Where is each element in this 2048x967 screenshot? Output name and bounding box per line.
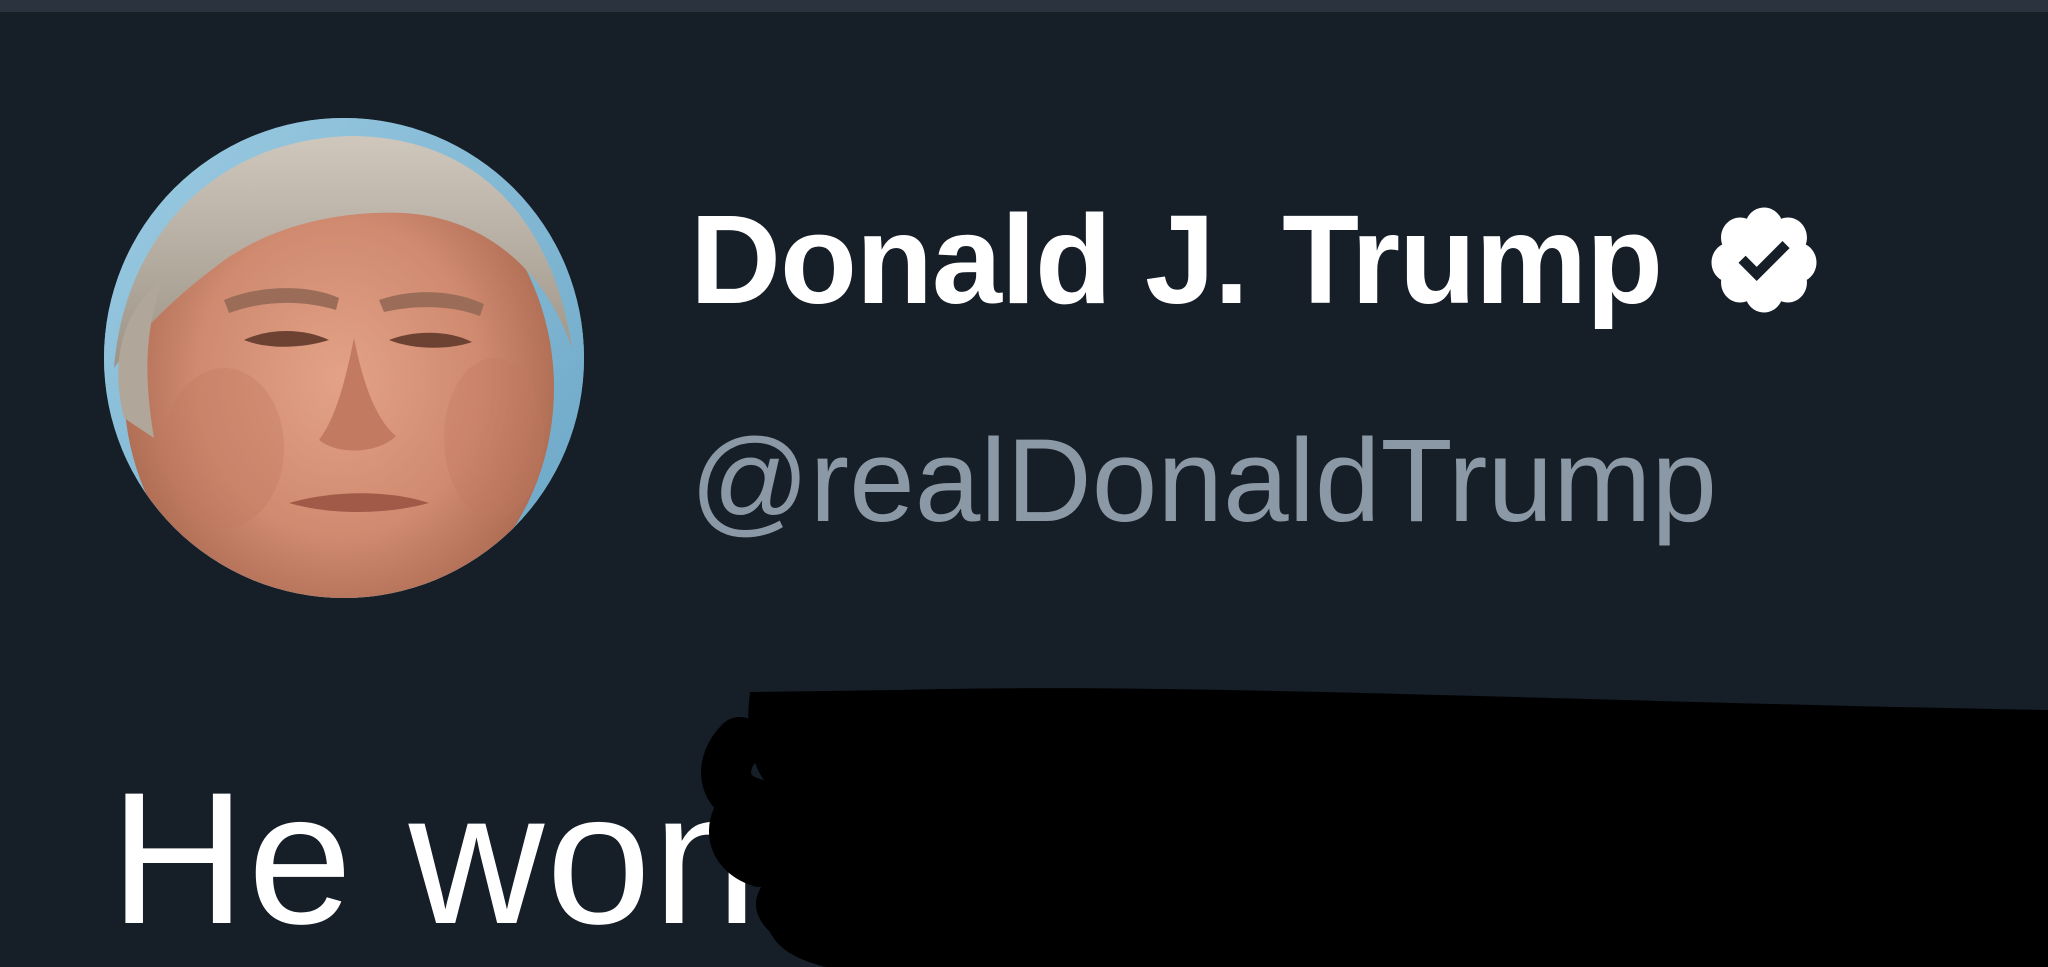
tweet-card[interactable]: Donald J. Trump @realDonaldTrump He won <box>0 12 2048 967</box>
tweet-text: He won <box>110 753 760 963</box>
redaction-scribble <box>701 688 2048 967</box>
top-divider <box>0 0 2048 12</box>
avatar[interactable] <box>104 118 584 598</box>
user-handle[interactable]: @realDonaldTrump <box>690 422 1717 540</box>
verified-badge-icon <box>1711 207 1817 313</box>
author-name-row[interactable]: Donald J. Trump <box>690 190 1824 330</box>
display-name[interactable]: Donald J. Trump <box>690 197 1663 323</box>
